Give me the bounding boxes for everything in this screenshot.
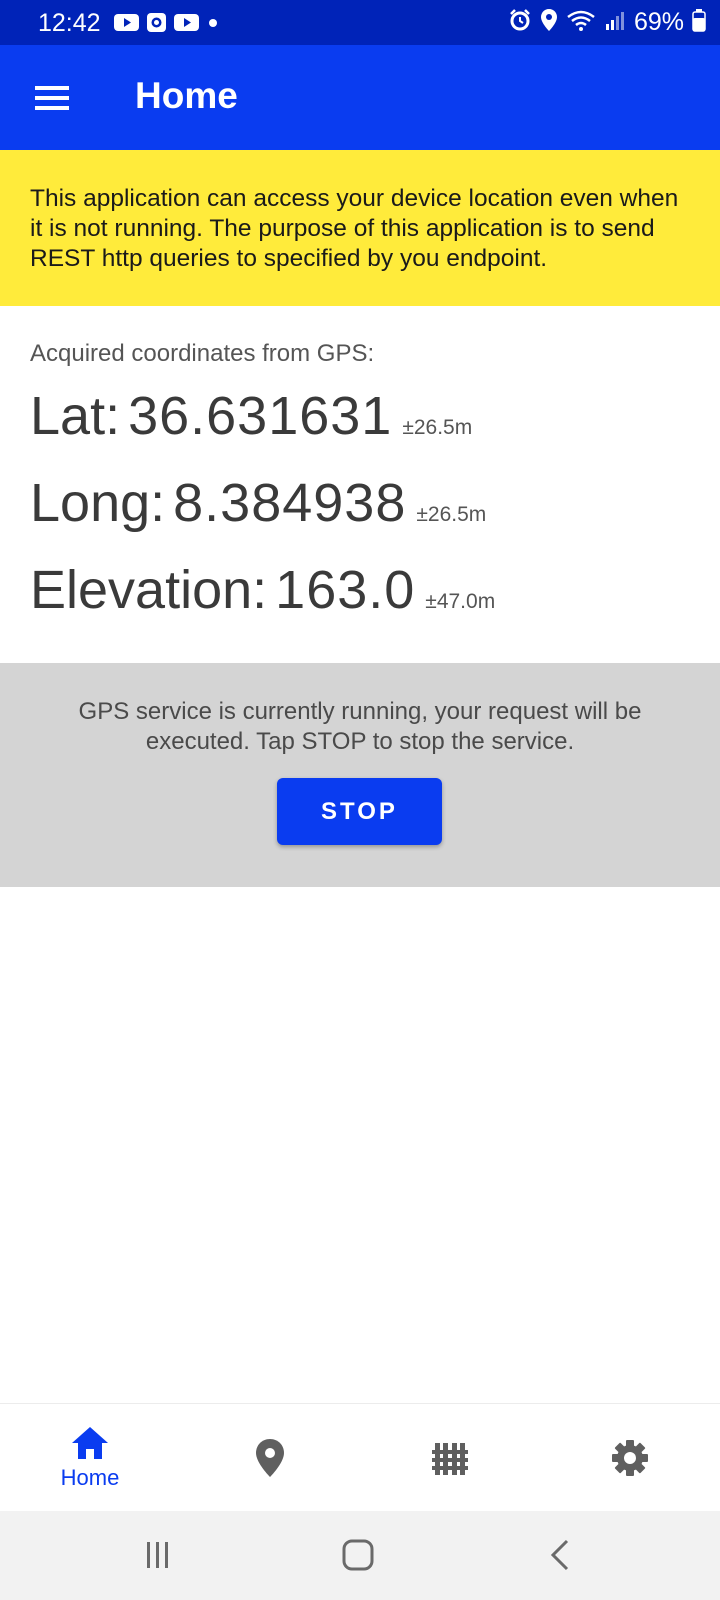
alarm-icon [508, 8, 532, 37]
status-right: 69% [508, 8, 706, 37]
status-bar: 12:42 69% [0, 0, 720, 45]
nav-home-label: Home [60, 1465, 120, 1490]
elevation-value: 163.0 [275, 560, 416, 620]
elevation-row: Elevation: 163.0 ±47.0m [30, 559, 495, 621]
back-button[interactable] [530, 1533, 590, 1577]
signal-icon [604, 9, 626, 36]
youtube-icon [174, 13, 199, 37]
elevation-label: Elevation: [30, 560, 268, 620]
latitude-label: Lat: [30, 386, 121, 446]
app-bar: Home [0, 45, 720, 150]
hamburger-menu-icon [35, 85, 69, 110]
battery-percent: 69% [633, 8, 684, 36]
youtube-icon [114, 13, 139, 37]
settings-gear-icon [612, 1440, 648, 1476]
coordinates-section: Acquired coordinates from GPS: Lat: 36.6… [30, 340, 690, 620]
stop-button[interactable]: STOP [277, 778, 442, 845]
wifi-icon [566, 8, 596, 37]
system-navigation-bar [0, 1511, 720, 1600]
longitude-row: Long: 8.384938 ±26.5m [30, 472, 486, 534]
grid-fence-icon [432, 1443, 468, 1475]
nav-fence[interactable] [360, 1404, 540, 1512]
background-access-warning: This application can access your device … [0, 150, 720, 306]
service-status-panel: GPS service is currently running, your r… [0, 663, 720, 887]
latitude-value: 36.631631 [128, 386, 393, 446]
notification-icons [114, 12, 220, 38]
page-title: Home [135, 75, 238, 116]
longitude-accuracy: ±26.5m [416, 503, 487, 526]
status-time: 12:42 [38, 9, 101, 37]
warning-text: This application can access your device … [30, 185, 679, 272]
home-button-icon [342, 1539, 374, 1571]
coordinates-heading: Acquired coordinates from GPS: [30, 340, 375, 367]
elevation-accuracy: ±47.0m [425, 590, 496, 613]
home-button[interactable] [328, 1533, 388, 1577]
battery-icon [692, 8, 706, 37]
longitude-label: Long: [30, 473, 166, 533]
nav-home[interactable]: Home [0, 1404, 180, 1512]
location-icon [540, 8, 558, 37]
latitude-accuracy: ±26.5m [402, 416, 473, 439]
bottom-navigation: Home [0, 1403, 720, 1511]
nav-settings[interactable] [540, 1404, 720, 1512]
screen-record-icon [146, 12, 167, 38]
home-icon [72, 1427, 108, 1459]
recent-apps-icon [147, 1542, 168, 1568]
dot-icon [206, 16, 220, 35]
latitude-row: Lat: 36.631631 ±26.5m [30, 385, 472, 447]
back-icon [550, 1539, 569, 1571]
longitude-value: 8.384938 [173, 473, 407, 533]
recent-apps-button[interactable] [128, 1533, 188, 1577]
nav-location[interactable] [180, 1404, 360, 1512]
menu-button[interactable] [22, 70, 82, 125]
service-status-text: GPS service is currently running, your r… [78, 698, 642, 755]
location-pin-icon [256, 1439, 284, 1477]
